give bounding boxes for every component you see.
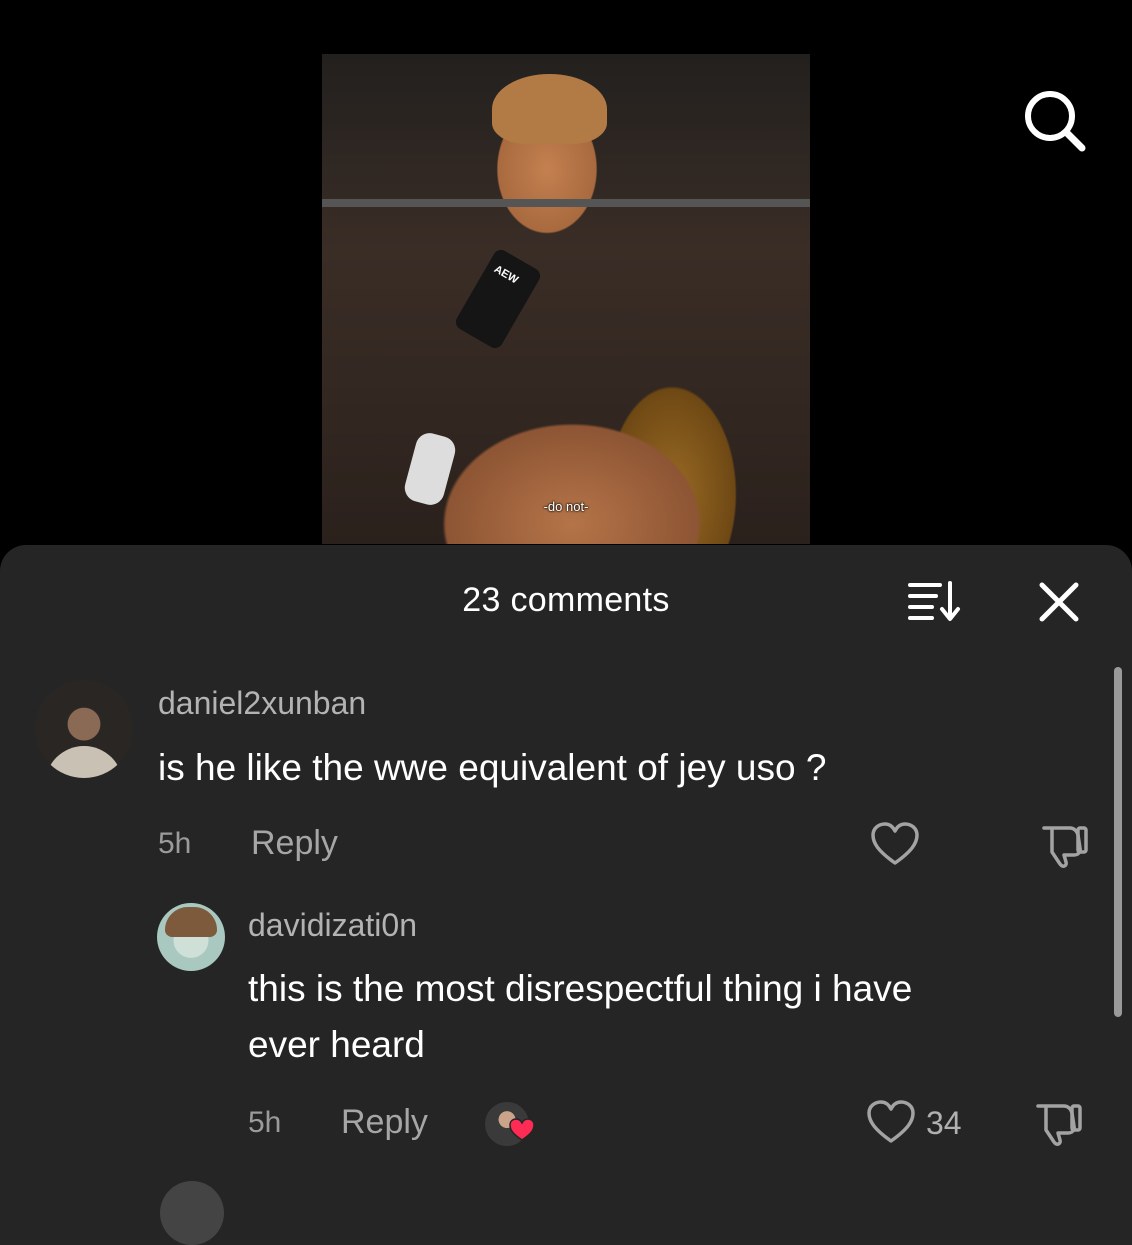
microphone: AEW	[452, 247, 544, 351]
close-icon	[1039, 582, 1079, 622]
heart-icon	[871, 822, 919, 865]
like-count: 34	[926, 1105, 962, 1141]
hand-wrap	[401, 430, 459, 508]
wrestler-hair	[492, 74, 607, 144]
scrollbar[interactable]	[1114, 667, 1122, 1017]
thumbs-down-icon	[1036, 1104, 1082, 1146]
comment-username[interactable]: davidizati0n	[248, 907, 417, 944]
ring-rope	[322, 199, 810, 207]
reply-button[interactable]: Reply	[251, 824, 338, 863]
avatar[interactable]	[160, 1181, 224, 1245]
video-subtitle: -do not-	[543, 499, 589, 514]
avatar[interactable]	[35, 680, 133, 778]
reply-button[interactable]: Reply	[341, 1103, 428, 1142]
dislike-button[interactable]	[1034, 1100, 1084, 1151]
comment-time: 5h	[248, 1106, 282, 1139]
sort-icon	[908, 581, 960, 621]
comment-username[interactable]: daniel2xunban	[158, 685, 366, 722]
comment-time: 5h	[158, 827, 192, 860]
search-button[interactable]	[1020, 86, 1090, 156]
video-thumbnail[interactable]: AEW -do not-	[322, 54, 810, 544]
dislike-button[interactable]	[1040, 822, 1090, 873]
comment-text-line-2: ever heard	[248, 1024, 425, 1065]
creator-liked-badge	[483, 1100, 539, 1148]
comment-text: is he like the wwe equivalent of jey uso…	[158, 747, 827, 788]
like-button[interactable]	[866, 1099, 916, 1150]
heart-icon	[867, 1100, 915, 1143]
like-button[interactable]	[870, 821, 920, 872]
close-button[interactable]	[1036, 579, 1082, 625]
comments-sheet: 23 comments daniel2xunban is he like the…	[0, 545, 1132, 1245]
avatar[interactable]	[157, 903, 225, 971]
thumbs-down-icon	[1042, 826, 1088, 868]
comment-text-line-1: this is the most disrespectful thing i h…	[248, 968, 913, 1009]
heart-icon	[509, 1118, 535, 1141]
mic-logo: AEW	[491, 263, 521, 287]
sort-button[interactable]	[906, 579, 964, 623]
search-icon	[1025, 91, 1086, 152]
